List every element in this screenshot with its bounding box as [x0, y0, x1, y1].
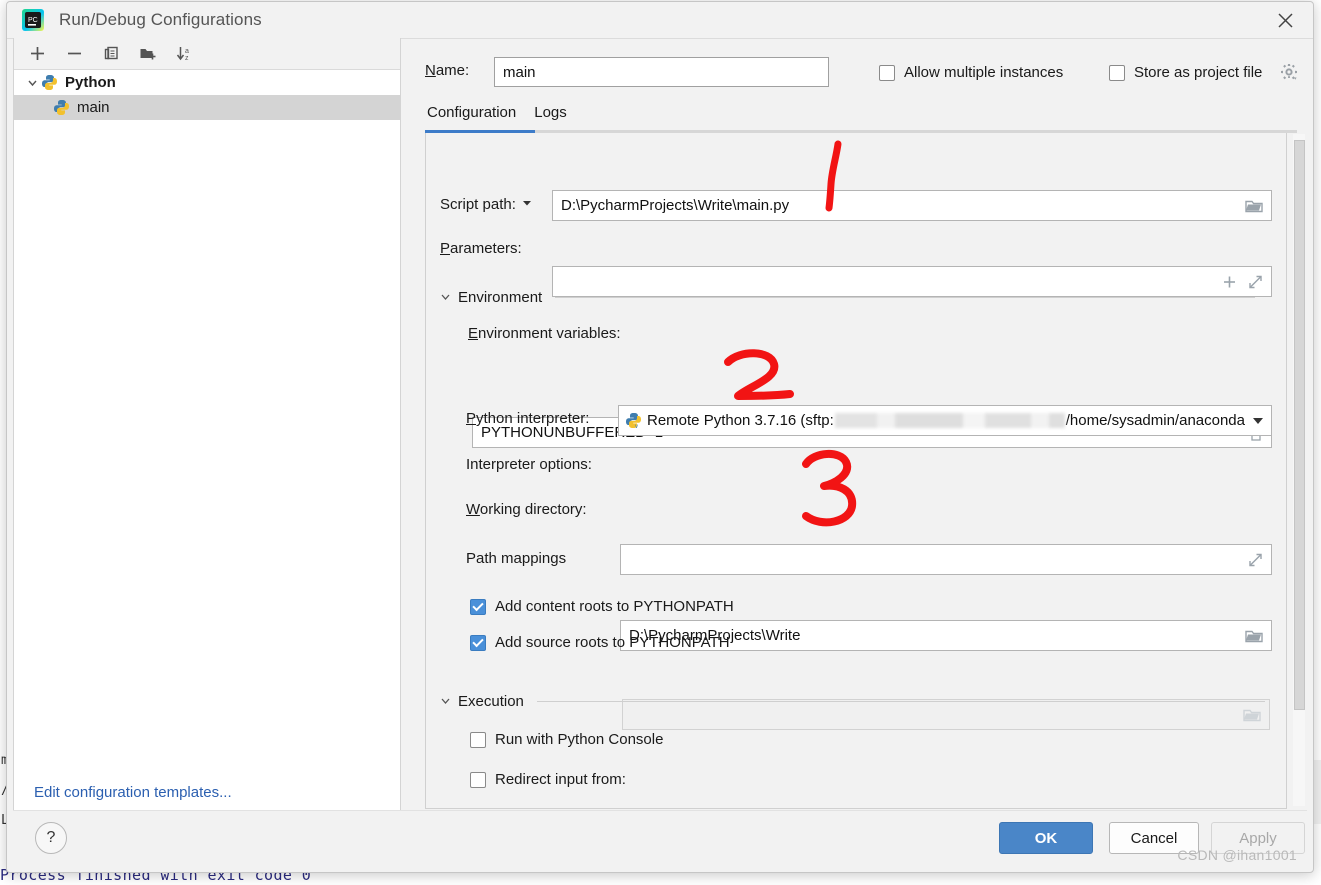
add-content-roots-checkbox[interactable]: Add content roots to PYTHONPATH [470, 598, 734, 615]
section-divider [555, 297, 1256, 298]
env-vars-row: Environment variables: [468, 325, 621, 342]
checkbox-box [470, 598, 486, 615]
python-interpreter-dropdown[interactable]: v Remote Python 3.7.16 (sftp: /home/sysa… [618, 405, 1272, 436]
script-path-input[interactable]: D:\PycharmProjects\Write\main.py [552, 190, 1272, 221]
expand-icon[interactable] [1248, 274, 1263, 289]
name-input[interactable] [494, 57, 829, 87]
python-icon [41, 74, 61, 92]
parameters-row: Parameters: [440, 240, 522, 257]
store-as-project-file-checkbox[interactable]: Store as project file [1109, 64, 1262, 81]
sort-az-button[interactable]: a z [172, 42, 198, 66]
question-icon[interactable]: ? [35, 822, 67, 854]
close-icon[interactable] [1263, 4, 1307, 36]
path-mappings-label: Path mappings [466, 550, 567, 567]
folder-icon[interactable] [1245, 198, 1263, 213]
python-interpreter-row: Python interpreter: [466, 410, 589, 427]
redacted-host-segment [834, 413, 1065, 428]
redirect-input-checkbox[interactable]: Redirect input from: [470, 771, 626, 788]
svg-text:z: z [185, 55, 189, 62]
path-mappings-row: Path mappings [466, 550, 566, 567]
chevron-down-icon[interactable] [1253, 417, 1263, 424]
run-with-python-console-label: Run with Python Console [495, 731, 664, 748]
interpreter-options-row: Interpreter options: [466, 456, 592, 473]
checkbox-box [470, 731, 486, 748]
script-path-value: D:\PycharmProjects\Write\main.py [561, 197, 790, 214]
editor-tabs: Configuration Logs [425, 100, 569, 125]
environment-section-title: Environment [458, 289, 543, 306]
copy-configuration-button[interactable] [98, 42, 124, 66]
working-directory-label: Working directory: [466, 501, 587, 518]
configuration-editor-pane: Name: Allow multiple instances Store as … [409, 38, 1315, 830]
dialog-title: Run/Debug Configurations [59, 10, 262, 29]
working-directory-row: Working directory: [466, 501, 587, 518]
edit-configuration-templates-link[interactable]: Edit configuration templates... [34, 784, 232, 801]
execution-section-title: Execution [458, 693, 524, 710]
watermark: CSDN @ihan1001 [1177, 847, 1297, 863]
python-interpreter-value-suffix: /home/sysadmin/anaconda [1065, 412, 1245, 429]
tree-node-python-label: Python [65, 74, 116, 91]
parameters-label: Parameters: [440, 240, 522, 257]
configuration-form-card: Script path: D:\PycharmProjects\Write\ma… [425, 133, 1287, 809]
tab-configuration[interactable]: Configuration [425, 100, 518, 125]
folder-icon[interactable] [1245, 628, 1263, 643]
python-venv-icon: v [625, 412, 642, 429]
remove-configuration-button[interactable] [61, 42, 87, 66]
section-divider [536, 701, 1265, 702]
python-interpreter-value-prefix: Remote Python 3.7.16 (sftp: [647, 412, 834, 429]
name-label: Name: [425, 62, 470, 79]
checkbox-box [879, 64, 895, 81]
python-interpreter-label: Python interpreter: [466, 410, 590, 427]
svg-text:a: a [185, 48, 189, 55]
new-folder-button[interactable] [135, 42, 161, 66]
env-vars-label: Environment variables: [468, 325, 621, 342]
tree-node-main-label: main [77, 99, 110, 116]
editor-scrollbar-thumb[interactable] [1294, 140, 1305, 710]
store-as-project-file-label: Store as project file [1134, 64, 1263, 81]
gear-icon[interactable] [1279, 62, 1299, 87]
configurations-toolbar: a z [14, 38, 400, 70]
expand-icon[interactable] [1248, 552, 1263, 567]
redirect-input-label: Redirect input from: [495, 771, 626, 788]
checkbox-box [470, 634, 486, 651]
interpreter-options-label: Interpreter options: [466, 456, 592, 473]
dialog-button-bar: ? OK Cancel Apply CSDN @ihan1001 [13, 810, 1307, 866]
chevron-down-icon[interactable] [23, 77, 41, 88]
svg-text:PC: PC [28, 17, 38, 24]
add-content-roots-label: Add content roots to PYTHONPATH [495, 598, 734, 615]
tree-node-python[interactable]: Python [14, 70, 400, 95]
add-configuration-button[interactable] [24, 42, 50, 66]
add-source-roots-checkbox[interactable]: Add source roots to PYTHONPATH [470, 634, 730, 651]
script-path-label: Script path: [440, 195, 516, 213]
chevron-down-icon[interactable] [440, 291, 451, 305]
checkbox-box [1109, 64, 1125, 81]
tree-node-main[interactable]: main [14, 95, 400, 120]
ok-button[interactable]: OK [999, 822, 1093, 854]
run-debug-configurations-dialog: PC Run/Debug Configurations a z Python m… [6, 1, 1314, 873]
environment-section-header[interactable]: Environment [440, 289, 1272, 306]
checkbox-box [470, 771, 486, 788]
chevron-down-icon[interactable] [440, 695, 451, 709]
dialog-titlebar: PC Run/Debug Configurations [7, 2, 1313, 39]
python-icon [53, 99, 73, 117]
script-path-row: Script path: [440, 195, 532, 213]
configurations-tree: Python main [14, 70, 400, 817]
run-with-python-console-checkbox[interactable]: Run with Python Console [470, 731, 663, 748]
name-label-rest: ame: [435, 62, 470, 79]
svg-text:v: v [635, 424, 638, 429]
allow-multiple-instances-checkbox[interactable]: Allow multiple instances [879, 64, 1063, 81]
add-source-roots-label: Add source roots to PYTHONPATH [495, 634, 730, 651]
configurations-list-pane: a z Python main Edit configuration templ… [13, 38, 401, 818]
allow-multiple-instances-label: Allow multiple instances [904, 64, 1064, 81]
execution-section-header[interactable]: Execution [440, 693, 1272, 710]
chevron-down-icon[interactable] [522, 195, 532, 213]
plus-icon[interactable] [1222, 274, 1237, 289]
interpreter-options-input[interactable] [620, 544, 1272, 575]
pycharm-icon: PC [22, 9, 44, 31]
tab-logs[interactable]: Logs [532, 100, 569, 125]
